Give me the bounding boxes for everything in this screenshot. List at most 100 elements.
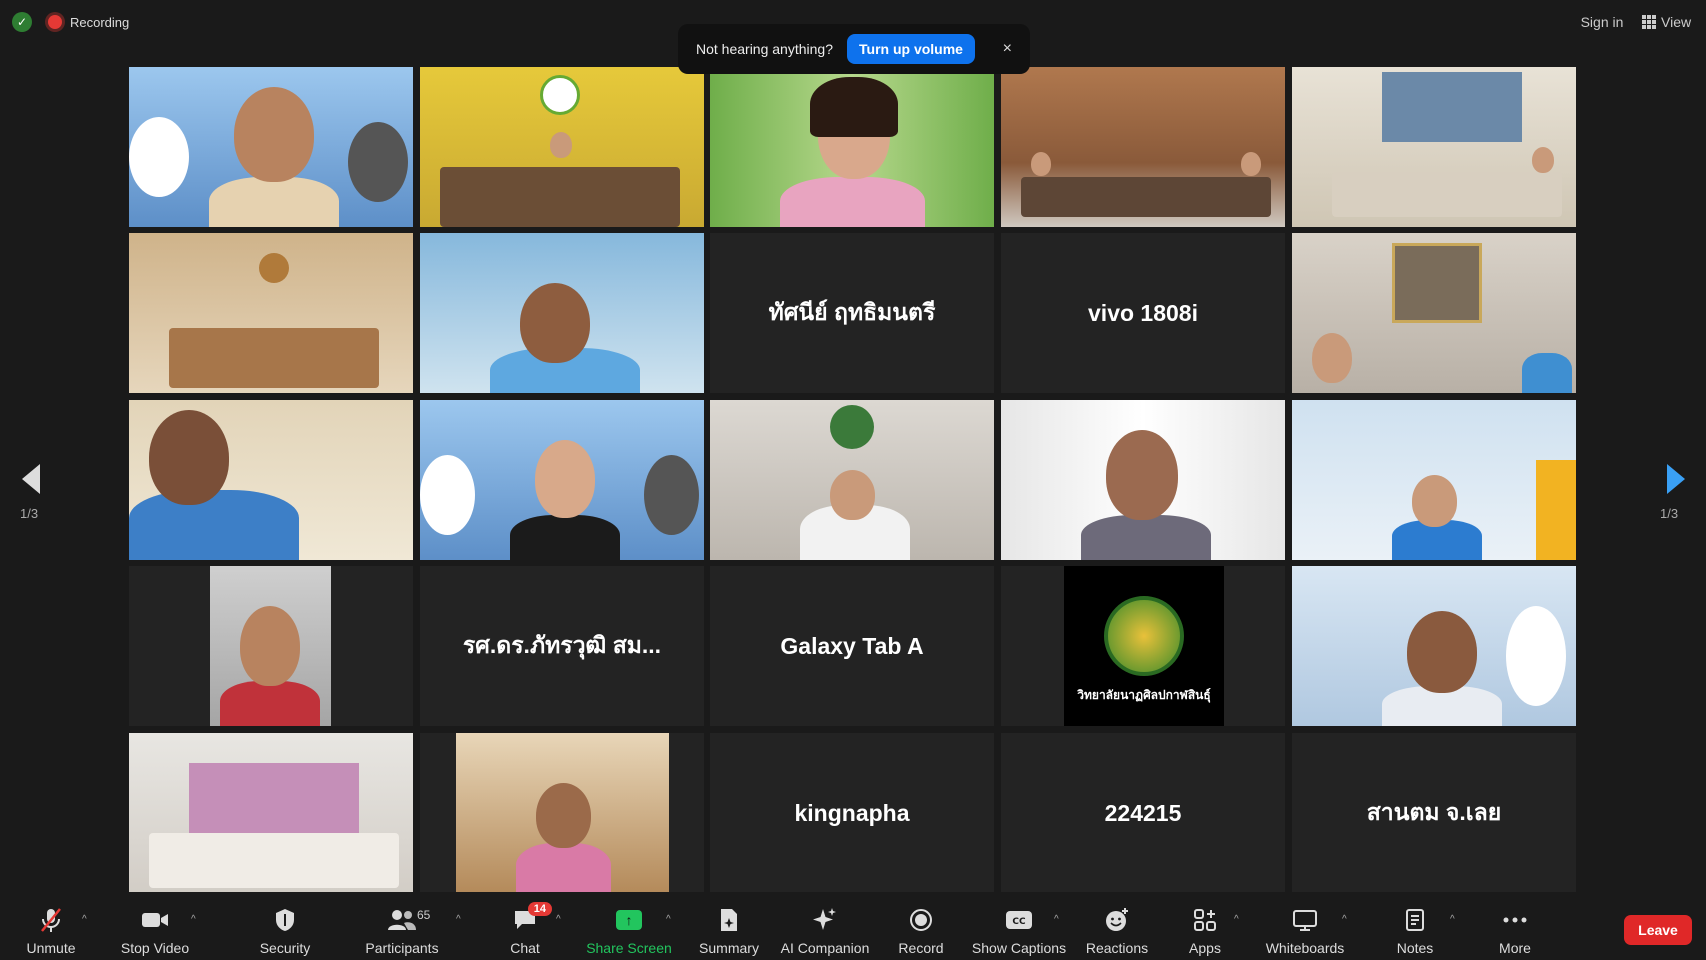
next-page-arrow-icon[interactable] — [1667, 464, 1685, 494]
security-button[interactable]: Security — [254, 892, 316, 960]
chevron-up-icon[interactable]: ^ — [191, 914, 196, 925]
participant-tile-logo[interactable]: วิทยาลัยนาฏศิลปกาฬสินธุ์ — [1001, 566, 1285, 726]
participants-button[interactable]: 65 Participants — [362, 892, 442, 960]
whiteboard-icon — [1290, 906, 1320, 934]
chat-unread-badge: 14 — [527, 902, 552, 916]
participant-name: ทัศนีย์ ฤทธิมนตรี — [768, 299, 936, 325]
recording-indicator[interactable]: Recording — [48, 12, 129, 32]
view-button[interactable]: View — [1636, 10, 1698, 34]
participant-tile[interactable] — [129, 233, 413, 393]
chat-bubble-icon: 14 — [510, 902, 552, 934]
whiteboards-button[interactable]: Whiteboards — [1262, 892, 1348, 960]
participant-name: สานตม จ.เลย — [1366, 799, 1502, 825]
turn-up-volume-button[interactable]: Turn up volume — [847, 34, 975, 64]
apps-button[interactable]: Apps — [1180, 892, 1230, 960]
participant-tile[interactable] — [420, 733, 704, 893]
participant-tile[interactable] — [1292, 67, 1576, 227]
share-screen-label: Share Screen — [586, 940, 672, 956]
shield-icon — [270, 906, 300, 934]
participant-tile-name-only[interactable]: Galaxy Tab A — [710, 566, 994, 726]
participants-label: Participants — [365, 940, 439, 956]
chevron-up-icon[interactable]: ^ — [1054, 914, 1059, 925]
chevron-up-icon[interactable]: ^ — [556, 914, 561, 925]
participant-tile[interactable] — [710, 400, 994, 560]
participant-tile[interactable] — [129, 733, 413, 893]
more-label: More — [1499, 940, 1531, 956]
reactions-button[interactable]: Reactions — [1080, 892, 1154, 960]
stop-video-button[interactable]: Stop Video — [118, 892, 192, 960]
college-emblem-icon — [1104, 596, 1184, 676]
participant-tile-active-speaker[interactable] — [710, 67, 994, 227]
participant-tile-name-only[interactable]: รศ.ดร.ภัทรวุฒิ สม... — [420, 566, 704, 726]
participants-icon: 65 — [387, 906, 430, 934]
shield-icon[interactable]: ✓ — [12, 12, 32, 32]
participant-name: kingnapha — [794, 799, 910, 826]
video-camera-icon — [140, 906, 170, 934]
chevron-up-icon[interactable]: ^ — [1450, 914, 1455, 925]
share-screen-button[interactable]: ↑ Share Screen — [584, 892, 674, 960]
participant-tile-name-only[interactable]: ทัศนีย์ ฤทธิมนตรี — [710, 233, 994, 393]
leave-button[interactable]: Leave — [1624, 915, 1692, 945]
notes-icon — [1400, 906, 1430, 934]
apps-label: Apps — [1189, 940, 1221, 956]
ai-companion-button[interactable]: AI Companion — [778, 892, 872, 960]
participant-name: 224215 — [1104, 799, 1182, 826]
notes-label: Notes — [1396, 940, 1434, 956]
participant-tile[interactable] — [129, 67, 413, 227]
summary-label: Summary — [699, 940, 759, 956]
page-indicator-right: 1/3 — [1660, 506, 1679, 521]
summary-button[interactable]: Summary — [694, 892, 764, 960]
grid-icon — [1642, 15, 1656, 29]
page-indicator-left: 1/3 — [20, 506, 39, 521]
sign-in-button[interactable]: Sign in — [1570, 10, 1634, 34]
reactions-label: Reactions — [1085, 940, 1149, 956]
summary-document-icon — [714, 906, 744, 934]
meeting-toolbar: Unmute ^ Stop Video ^ Security 65 Partic… — [0, 892, 1706, 960]
participant-tile[interactable] — [1001, 400, 1285, 560]
notes-button[interactable]: Notes — [1390, 892, 1440, 960]
participant-tile[interactable] — [420, 67, 704, 227]
more-button[interactable]: More — [1490, 892, 1540, 960]
reaction-emoji-icon — [1102, 906, 1132, 934]
participant-tile[interactable] — [420, 233, 704, 393]
participant-tile[interactable] — [1292, 400, 1576, 560]
participant-tile-name-only[interactable]: สานตม จ.เลย — [1292, 733, 1576, 893]
participant-tile[interactable] — [1001, 67, 1285, 227]
ai-companion-label: AI Companion — [780, 940, 870, 956]
chevron-up-icon[interactable]: ^ — [82, 914, 87, 925]
participant-tile-name-only[interactable]: 224215 — [1001, 733, 1285, 893]
recording-label: Recording — [70, 14, 130, 30]
more-dots-icon — [1500, 906, 1530, 934]
unmute-button[interactable]: Unmute — [20, 892, 82, 960]
show-captions-button[interactable]: CC Show Captions — [972, 892, 1066, 960]
chevron-up-icon[interactable]: ^ — [1234, 914, 1239, 925]
chevron-up-icon[interactable]: ^ — [1342, 914, 1347, 925]
chat-label: Chat — [510, 940, 540, 956]
participant-tile[interactable] — [129, 400, 413, 560]
sparkle-icon — [810, 906, 840, 934]
participant-tile[interactable] — [420, 400, 704, 560]
recording-dot-icon — [48, 15, 62, 29]
audio-toast: Not hearing anything? Turn up volume × — [678, 24, 1030, 74]
chevron-up-icon[interactable]: ^ — [456, 914, 461, 925]
record-label: Record — [898, 940, 944, 956]
participant-tile-name-only[interactable]: kingnapha — [710, 733, 994, 893]
participant-tile[interactable] — [1292, 566, 1576, 726]
view-label: View — [1661, 14, 1692, 30]
whiteboards-label: Whiteboards — [1265, 940, 1345, 956]
chevron-up-icon[interactable]: ^ — [666, 914, 671, 925]
chat-button[interactable]: 14 Chat — [500, 892, 552, 960]
previous-page-arrow-icon[interactable] — [22, 464, 40, 494]
toast-message: Not hearing anything? — [696, 41, 833, 57]
close-icon[interactable]: × — [1003, 40, 1012, 58]
participant-name: รศ.ดร.ภัทรวุฒิ สม... — [462, 632, 662, 658]
stop-video-label: Stop Video — [120, 940, 190, 956]
unmute-label: Unmute — [26, 940, 76, 956]
svg-text:CC: CC — [1012, 917, 1026, 927]
microphone-muted-icon — [36, 906, 66, 934]
participant-tile[interactable] — [129, 566, 413, 726]
participant-tile-name-only[interactable]: vivo 1808i — [1001, 233, 1285, 393]
participant-name: Galaxy Tab A — [780, 632, 924, 659]
record-button[interactable]: Record — [890, 892, 952, 960]
participant-tile[interactable] — [1292, 233, 1576, 393]
